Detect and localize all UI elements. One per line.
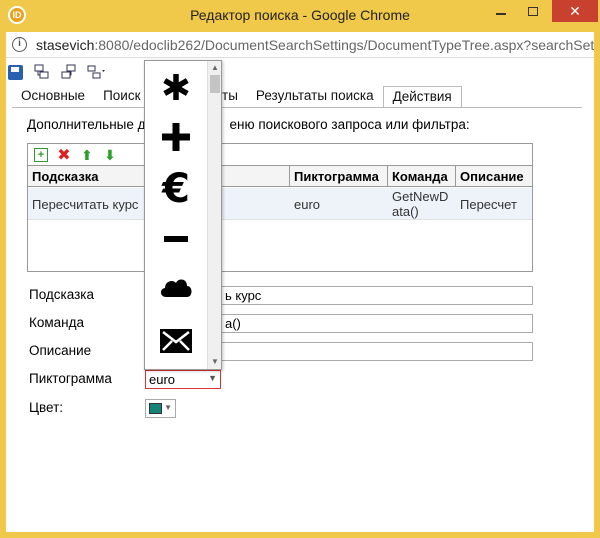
maximize-icon: [528, 6, 538, 16]
column-header-command[interactable]: Команда: [388, 166, 456, 187]
plus-icon: [162, 123, 190, 151]
delete-row-button[interactable]: ✖: [57, 147, 71, 164]
cell-description: Пересчет: [460, 196, 517, 212]
icon-option-euro[interactable]: €: [145, 165, 207, 213]
column-header-icon[interactable]: Пиктограмма: [290, 166, 388, 187]
color-swatch: [149, 403, 162, 414]
section-label-start: Дополнительные д: [27, 117, 146, 132]
chevron-down-icon: ▼: [164, 403, 172, 412]
icon-option-cloud[interactable]: [145, 263, 207, 311]
minus-icon: [164, 236, 188, 242]
column-header-description[interactable]: Описание: [456, 166, 532, 187]
url-host: stasevich: [36, 37, 95, 53]
table-row[interactable]: Пересчитать курс euro GetNewData() Перес…: [28, 188, 532, 220]
close-button[interactable]: ✕: [552, 0, 598, 22]
section-label: Дополнительные д еню поискового запроса и…: [27, 117, 470, 132]
icon-select[interactable]: euro ▼: [145, 370, 221, 389]
paste-tree-button[interactable]: [60, 63, 78, 81]
add-icon: +: [37, 149, 45, 161]
paste-tree-icon: [61, 64, 76, 79]
description-label: Описание: [29, 343, 92, 358]
icon-dropdown-list: € ▲ ▼: [144, 60, 222, 370]
title-bar: ID Редактор поиска - Google Chrome ✕: [0, 0, 600, 30]
asterisk-icon: [163, 74, 189, 100]
color-picker[interactable]: ▼: [145, 399, 176, 418]
chevron-down-icon: ▼: [208, 373, 217, 383]
tree-menu-icon: [87, 65, 105, 79]
tab-search-results[interactable]: Результаты поиска: [247, 86, 383, 108]
icon-option-plus[interactable]: [145, 113, 207, 161]
envelope-icon: [160, 329, 192, 353]
move-up-button[interactable]: ⬆: [80, 146, 94, 163]
address-bar[interactable]: i stasevich:8080/edoclib262/DocumentSear…: [6, 32, 594, 58]
section-label-end: еню поискового запроса или фильтра:: [229, 117, 470, 132]
arrow-up-icon: ⬆: [81, 146, 93, 163]
arrow-down-icon: ⬇: [104, 146, 116, 163]
url-text[interactable]: stasevich:8080/edoclib262/DocumentSearch…: [36, 37, 594, 53]
tab-search-fields[interactable]: Поиск: [94, 86, 140, 108]
color-label: Цвет:: [29, 400, 64, 415]
add-row-button[interactable]: +: [34, 148, 48, 162]
icon-select-value: euro: [149, 372, 176, 387]
delete-icon: ✖: [57, 147, 71, 164]
tree-menu-button[interactable]: [87, 63, 105, 81]
scroll-thumb[interactable]: [210, 75, 220, 93]
tab-main[interactable]: Основные: [12, 86, 94, 108]
dropdown-scrollbar[interactable]: ▲ ▼: [207, 61, 221, 369]
copy-tree-button[interactable]: [33, 63, 51, 81]
browser-window: ID Редактор поиска - Google Chrome ✕ i s…: [0, 0, 600, 538]
tabs-divider: [12, 107, 582, 108]
icon-option-asterisk[interactable]: [145, 63, 207, 111]
hint-label: Подсказка: [29, 287, 95, 302]
icon-option-envelope[interactable]: [145, 317, 207, 365]
icon-options: €: [145, 61, 207, 369]
page-toolbar: [6, 62, 105, 82]
tab-bar: Основные Поиск иты Результаты поиска Дей…: [12, 86, 462, 108]
euro-icon: €: [162, 166, 190, 212]
actions-grid: + ✖ ⬆ ⬇ Подсказка Пиктограмма Команда Оп…: [27, 143, 533, 272]
copy-tree-icon: [34, 64, 49, 79]
cell-icon: euro: [294, 196, 321, 212]
cell-command: GetNewData(): [392, 189, 449, 219]
window-bottom-frame: [0, 532, 600, 538]
save-icon: [7, 64, 23, 80]
maximize-button[interactable]: [518, 0, 548, 22]
info-icon[interactable]: i: [12, 37, 27, 52]
minimize-icon: [496, 13, 506, 15]
icon-option-minus[interactable]: [145, 215, 207, 263]
scroll-down-icon[interactable]: ▼: [208, 355, 222, 369]
icon-label: Пиктограмма: [29, 371, 112, 386]
tab-actions[interactable]: Действия: [382, 86, 462, 108]
grid-toolbar: + ✖ ⬆ ⬇: [34, 146, 117, 164]
command-label: Команда: [29, 315, 85, 330]
scroll-up-icon[interactable]: ▲: [208, 61, 222, 75]
save-button[interactable]: [6, 63, 24, 81]
cloud-icon: [160, 279, 192, 297]
url-path: :8080/edoclib262/DocumentSearchSettings/…: [94, 37, 594, 53]
minimize-button[interactable]: [486, 0, 516, 22]
grid-header: Подсказка Пиктограмма Команда Описание: [28, 165, 532, 187]
move-down-button[interactable]: ⬇: [103, 146, 117, 163]
